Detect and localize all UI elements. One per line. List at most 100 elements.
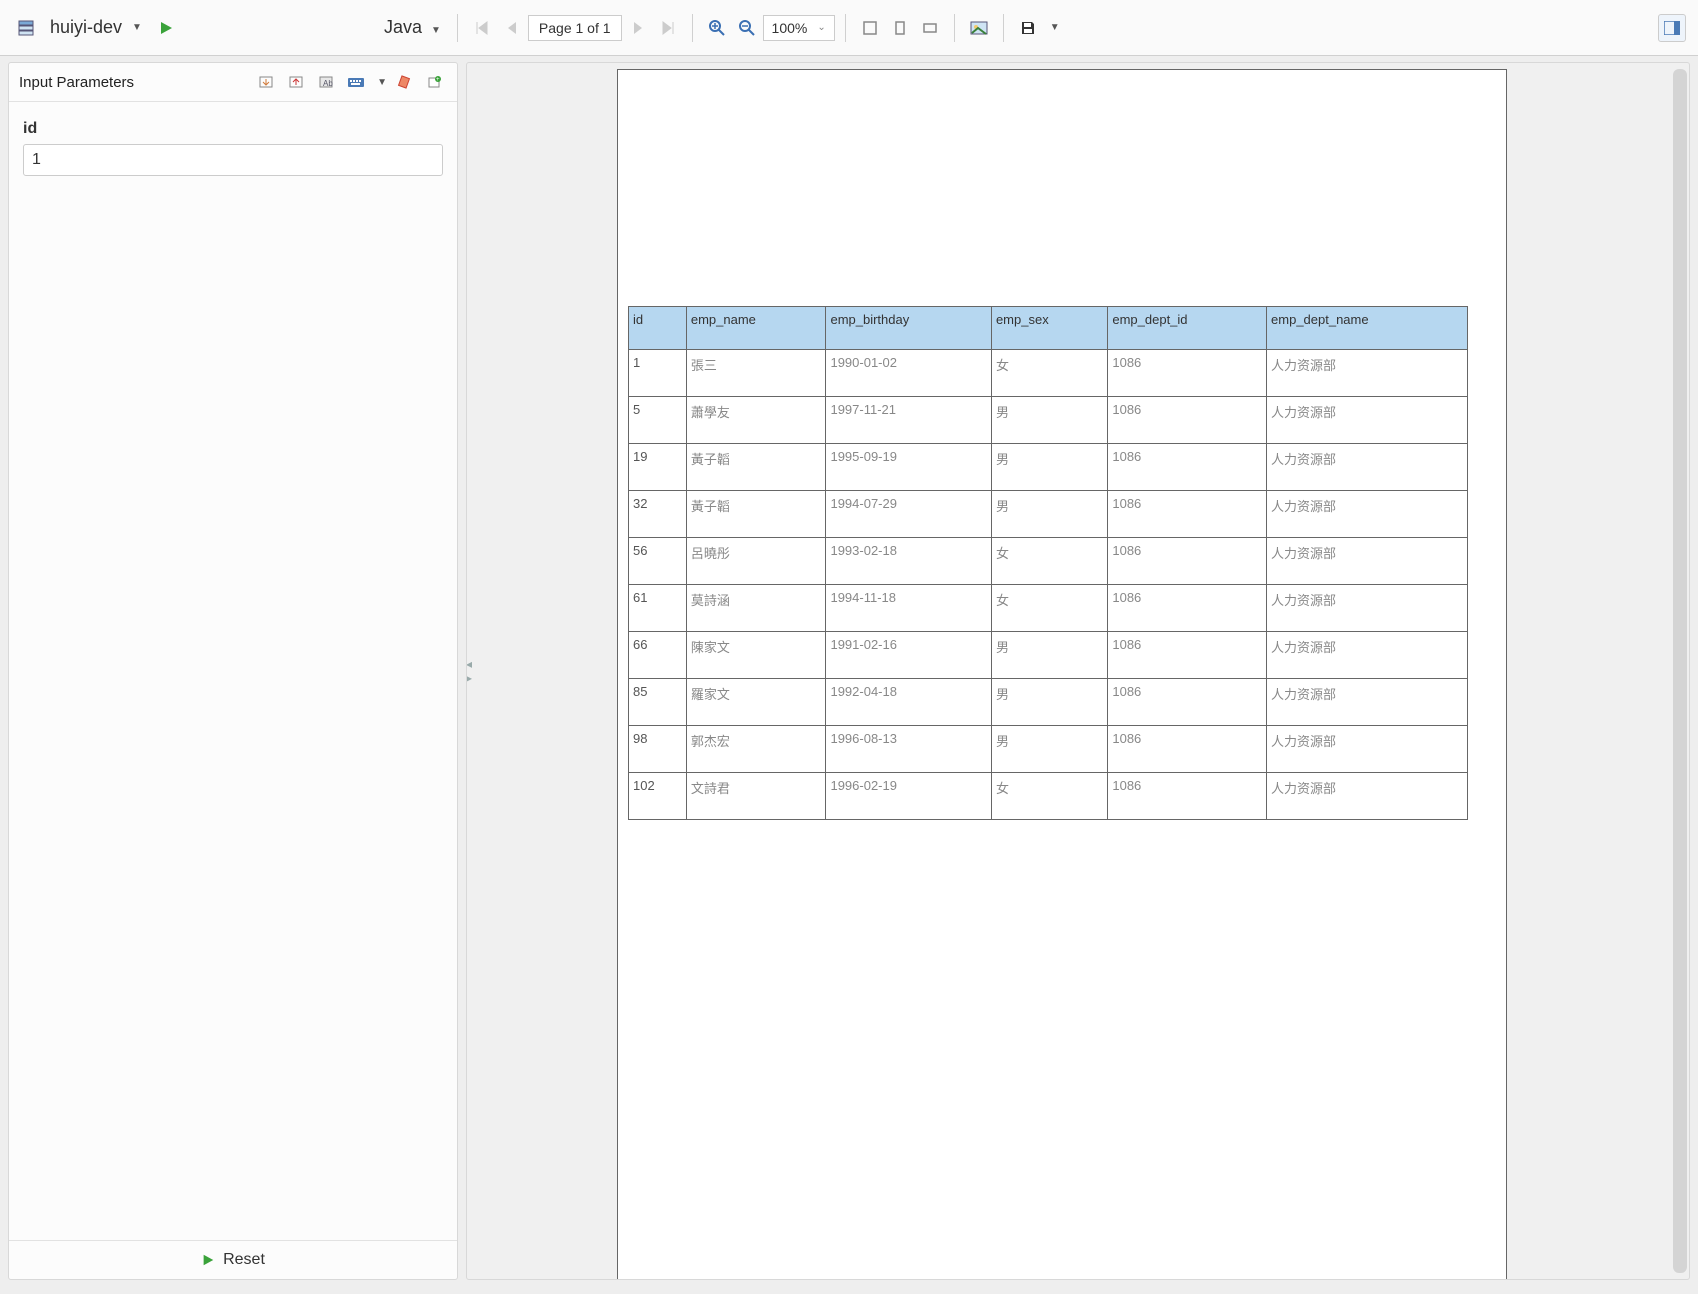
table-row: 1張三1990-01-02女1086人力资源部 (629, 350, 1468, 397)
table-cell: 莫詩涵 (686, 585, 826, 632)
language-select[interactable]: Java ▼ (384, 17, 441, 38)
table-cell: 人力资源部 (1267, 726, 1468, 773)
table-row: 32黃子韜1994-07-29男1086人力资源部 (629, 491, 1468, 538)
table-cell: 陳家文 (686, 632, 826, 679)
table-cell: 1991-02-16 (826, 632, 991, 679)
table-row: 5蕭學友1997-11-21男1086人力资源部 (629, 397, 1468, 444)
report-preview-area: ◂▸ idemp_nameemp_birthdayemp_sexemp_dept… (466, 62, 1690, 1280)
table-row: 85羅家文1992-04-18男1086人力资源部 (629, 679, 1468, 726)
table-cell: 人力资源部 (1267, 397, 1468, 444)
prev-page-button[interactable] (498, 14, 526, 42)
fit-width-button[interactable] (916, 14, 944, 42)
column-header: emp_dept_name (1267, 307, 1468, 350)
table-row: 98郭杰宏1996-08-13男1086人力资源部 (629, 726, 1468, 773)
table-cell: 5 (629, 397, 687, 444)
save-button[interactable] (1014, 14, 1042, 42)
main-toolbar: huiyi-dev ▼ Java ▼ Page 1 of 1 (0, 0, 1698, 56)
table-cell: 男 (991, 726, 1107, 773)
datasource-select[interactable]: huiyi-dev ▼ (44, 13, 148, 42)
report-page: idemp_nameemp_birthdayemp_sexemp_dept_id… (617, 69, 1507, 1280)
table-cell: 郭杰宏 (686, 726, 826, 773)
param-import-icon[interactable] (253, 71, 279, 93)
table-cell: 女 (991, 773, 1107, 820)
table-cell: 1 (629, 350, 687, 397)
table-cell: 男 (991, 491, 1107, 538)
reset-button[interactable]: Reset (9, 1240, 457, 1279)
datasource-label: huiyi-dev (50, 17, 122, 38)
table-cell: 人力资源部 (1267, 444, 1468, 491)
zoom-out-button[interactable] (733, 14, 761, 42)
fit-group (856, 14, 944, 42)
param-id-input[interactable] (23, 144, 443, 176)
fit-actual-button[interactable] (856, 14, 884, 42)
param-id-label: id (23, 120, 443, 138)
table-cell: 男 (991, 679, 1107, 726)
param-keyboard-icon[interactable] (343, 71, 369, 93)
table-cell: 19 (629, 444, 687, 491)
zoom-in-button[interactable] (703, 14, 731, 42)
table-cell: 蕭學友 (686, 397, 826, 444)
param-clear-icon[interactable] (391, 71, 417, 93)
divider (954, 14, 955, 42)
table-row: 19黃子韜1995-09-19男1086人力资源部 (629, 444, 1468, 491)
table-cell: 56 (629, 538, 687, 585)
last-page-button[interactable] (654, 14, 682, 42)
table-cell: 1995-09-19 (826, 444, 991, 491)
column-header: id (629, 307, 687, 350)
param-export-icon[interactable] (283, 71, 309, 93)
param-dictionary-icon[interactable]: Ab (313, 71, 339, 93)
zoom-select[interactable]: 100% ⌄ (763, 15, 835, 41)
divider (457, 14, 458, 42)
divider (1003, 14, 1004, 42)
table-cell: 1086 (1108, 491, 1267, 538)
table-cell: 張三 (686, 350, 826, 397)
table-row: 102文詩君1996-02-19女1086人力资源部 (629, 773, 1468, 820)
chevron-down-icon: ▼ (431, 25, 441, 36)
table-cell: 1086 (1108, 585, 1267, 632)
column-header: emp_birthday (826, 307, 991, 350)
panel-title: Input Parameters (19, 74, 134, 91)
table-cell: 黃子韜 (686, 491, 826, 538)
table-cell: 人力资源部 (1267, 679, 1468, 726)
param-new-icon[interactable]: + (421, 71, 447, 93)
table-cell: 女 (991, 350, 1107, 397)
table-cell: 1086 (1108, 773, 1267, 820)
table-cell: 85 (629, 679, 687, 726)
table-row: 61莫詩涵1994-11-18女1086人力资源部 (629, 585, 1468, 632)
datasource-icon (12, 14, 40, 42)
column-header: emp_name (686, 307, 826, 350)
table-cell: 1086 (1108, 350, 1267, 397)
run-button[interactable] (152, 14, 180, 42)
table-cell: 32 (629, 491, 687, 538)
next-page-button[interactable] (624, 14, 652, 42)
divider (692, 14, 693, 42)
table-cell: 1994-07-29 (826, 491, 991, 538)
table-cell: 1086 (1108, 538, 1267, 585)
chevron-down-icon: ⌄ (817, 22, 825, 33)
table-cell: 1994-11-18 (826, 585, 991, 632)
svg-text:Ab: Ab (323, 79, 333, 88)
table-cell: 文詩君 (686, 773, 826, 820)
table-cell: 男 (991, 397, 1107, 444)
image-export-button[interactable] (965, 14, 993, 42)
table-cell: 1086 (1108, 397, 1267, 444)
table-cell: 66 (629, 632, 687, 679)
table-cell: 1086 (1108, 726, 1267, 773)
table-cell: 1990-01-02 (826, 350, 991, 397)
fit-page-button[interactable] (886, 14, 914, 42)
table-cell: 102 (629, 773, 687, 820)
toggle-panel-button[interactable] (1658, 14, 1686, 42)
table-cell: 黃子韜 (686, 444, 826, 491)
save-dropdown-caret[interactable]: ▼ (1050, 22, 1060, 33)
report-table: idemp_nameemp_birthdayemp_sexemp_dept_id… (628, 306, 1468, 820)
chevron-down-icon[interactable]: ▼ (377, 77, 387, 88)
column-header: emp_dept_id (1108, 307, 1267, 350)
first-page-button[interactable] (468, 14, 496, 42)
vertical-scrollbar[interactable] (1673, 69, 1687, 1273)
collapse-handle[interactable]: ◂▸ (466, 651, 473, 691)
chevron-down-icon: ▼ (132, 22, 142, 33)
table-cell: 人力资源部 (1267, 773, 1468, 820)
page-indicator: Page 1 of 1 (528, 15, 622, 41)
table-cell: 人力资源部 (1267, 585, 1468, 632)
table-cell: 女 (991, 538, 1107, 585)
